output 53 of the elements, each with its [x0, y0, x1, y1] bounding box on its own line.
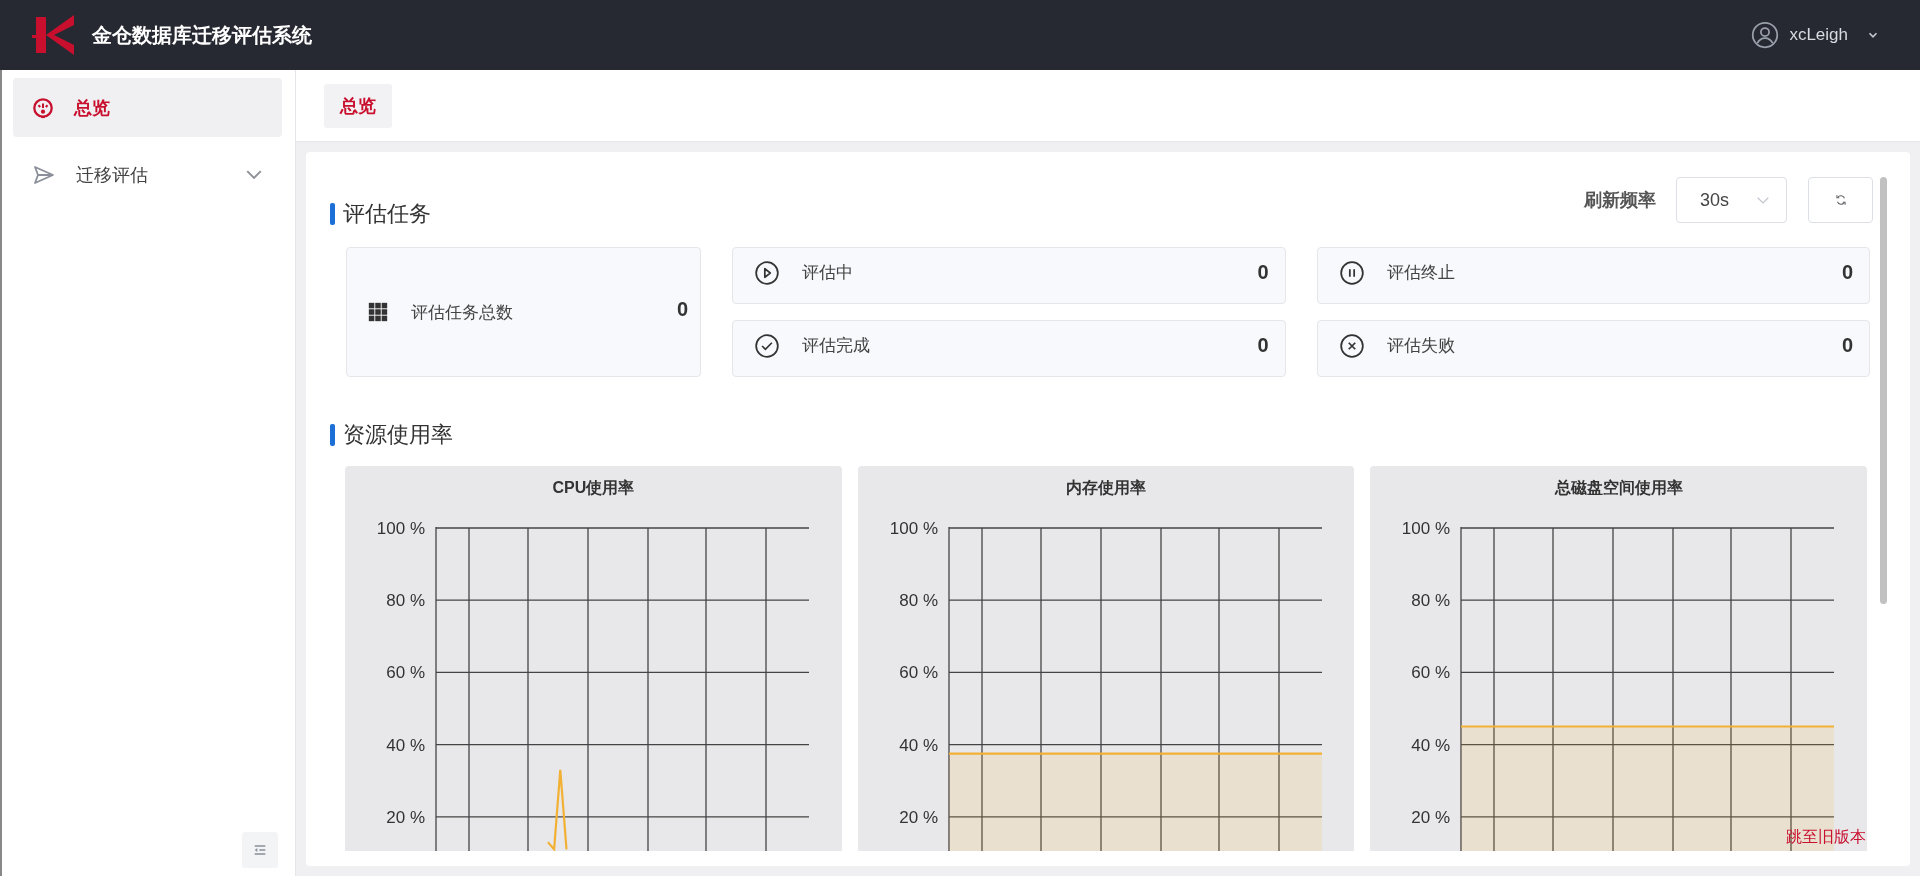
stat-label: 评估中: [802, 262, 854, 284]
gauge-icon: [32, 96, 54, 119]
stat-label: 评估终止: [1386, 262, 1456, 284]
scrollbar[interactable]: [1880, 177, 1887, 604]
axis-label: 80 %: [1411, 591, 1451, 611]
user-menu[interactable]: xcLeigh: [1751, 21, 1880, 49]
refresh-label: 刷新频率: [1584, 189, 1656, 212]
check-icon: [754, 332, 780, 359]
tab[interactable]: 总览: [324, 83, 392, 128]
axis-label: 20 %: [386, 807, 425, 827]
refresh-icon: [1833, 193, 1848, 207]
sidebar-item[interactable]: 总览: [13, 78, 282, 137]
axis-label: 60 %: [386, 663, 425, 683]
app-title: 金仓数据库迁移评估系统: [92, 22, 312, 48]
user-icon: [1751, 21, 1780, 49]
stat-label: 评估任务总数: [411, 301, 514, 324]
old-version-link[interactable]: 跳至旧版本: [1786, 827, 1866, 848]
axis-label: 100 %: [889, 519, 938, 538]
section-title: 资源使用率: [343, 421, 453, 449]
axis-label: 80 %: [386, 591, 425, 611]
grid-icon: [367, 301, 389, 323]
collapse-icon: [252, 842, 268, 858]
stat-value: 0: [1257, 261, 1269, 284]
stat-value: 0: [1841, 334, 1853, 357]
axis-label: 60 %: [1411, 663, 1451, 683]
chart-title: 内存使用率: [1065, 478, 1147, 497]
stat-label: 评估失败: [1386, 335, 1456, 357]
axis-label: 40 %: [386, 735, 425, 755]
refresh-interval-select[interactable]: 30s: [1676, 177, 1787, 223]
section-marker: [330, 203, 335, 225]
cross-icon: [1338, 332, 1365, 359]
axis-label: 80 %: [898, 591, 938, 611]
axis-label: 100 %: [376, 519, 425, 538]
axis-label: 40 %: [1411, 735, 1451, 755]
axis-label: 20 %: [898, 807, 938, 827]
refresh-button[interactable]: [1808, 177, 1873, 223]
stat-value: 0: [1257, 334, 1269, 357]
stat-value: 0: [676, 297, 688, 321]
axis-label: 40 %: [898, 735, 938, 755]
stat-value: 0: [1841, 261, 1853, 284]
stat-label: 评估完成: [802, 335, 871, 357]
section-marker: [330, 424, 335, 446]
chart-title: CPU使用率: [551, 478, 636, 497]
user-name: xcLeigh: [1789, 25, 1848, 45]
collapse-button[interactable]: [242, 832, 278, 868]
section-title: 评估任务: [343, 200, 431, 228]
sidebar-item[interactable]: 迁移评估: [13, 145, 282, 204]
axis-label: 20 %: [1411, 807, 1451, 827]
pause-icon: [1338, 259, 1365, 286]
axis-label: 60 %: [898, 663, 938, 683]
chart-title: 总磁盘空间使用率: [1553, 478, 1684, 497]
play-icon: [754, 259, 780, 286]
axis-label: 100 %: [1402, 519, 1451, 538]
